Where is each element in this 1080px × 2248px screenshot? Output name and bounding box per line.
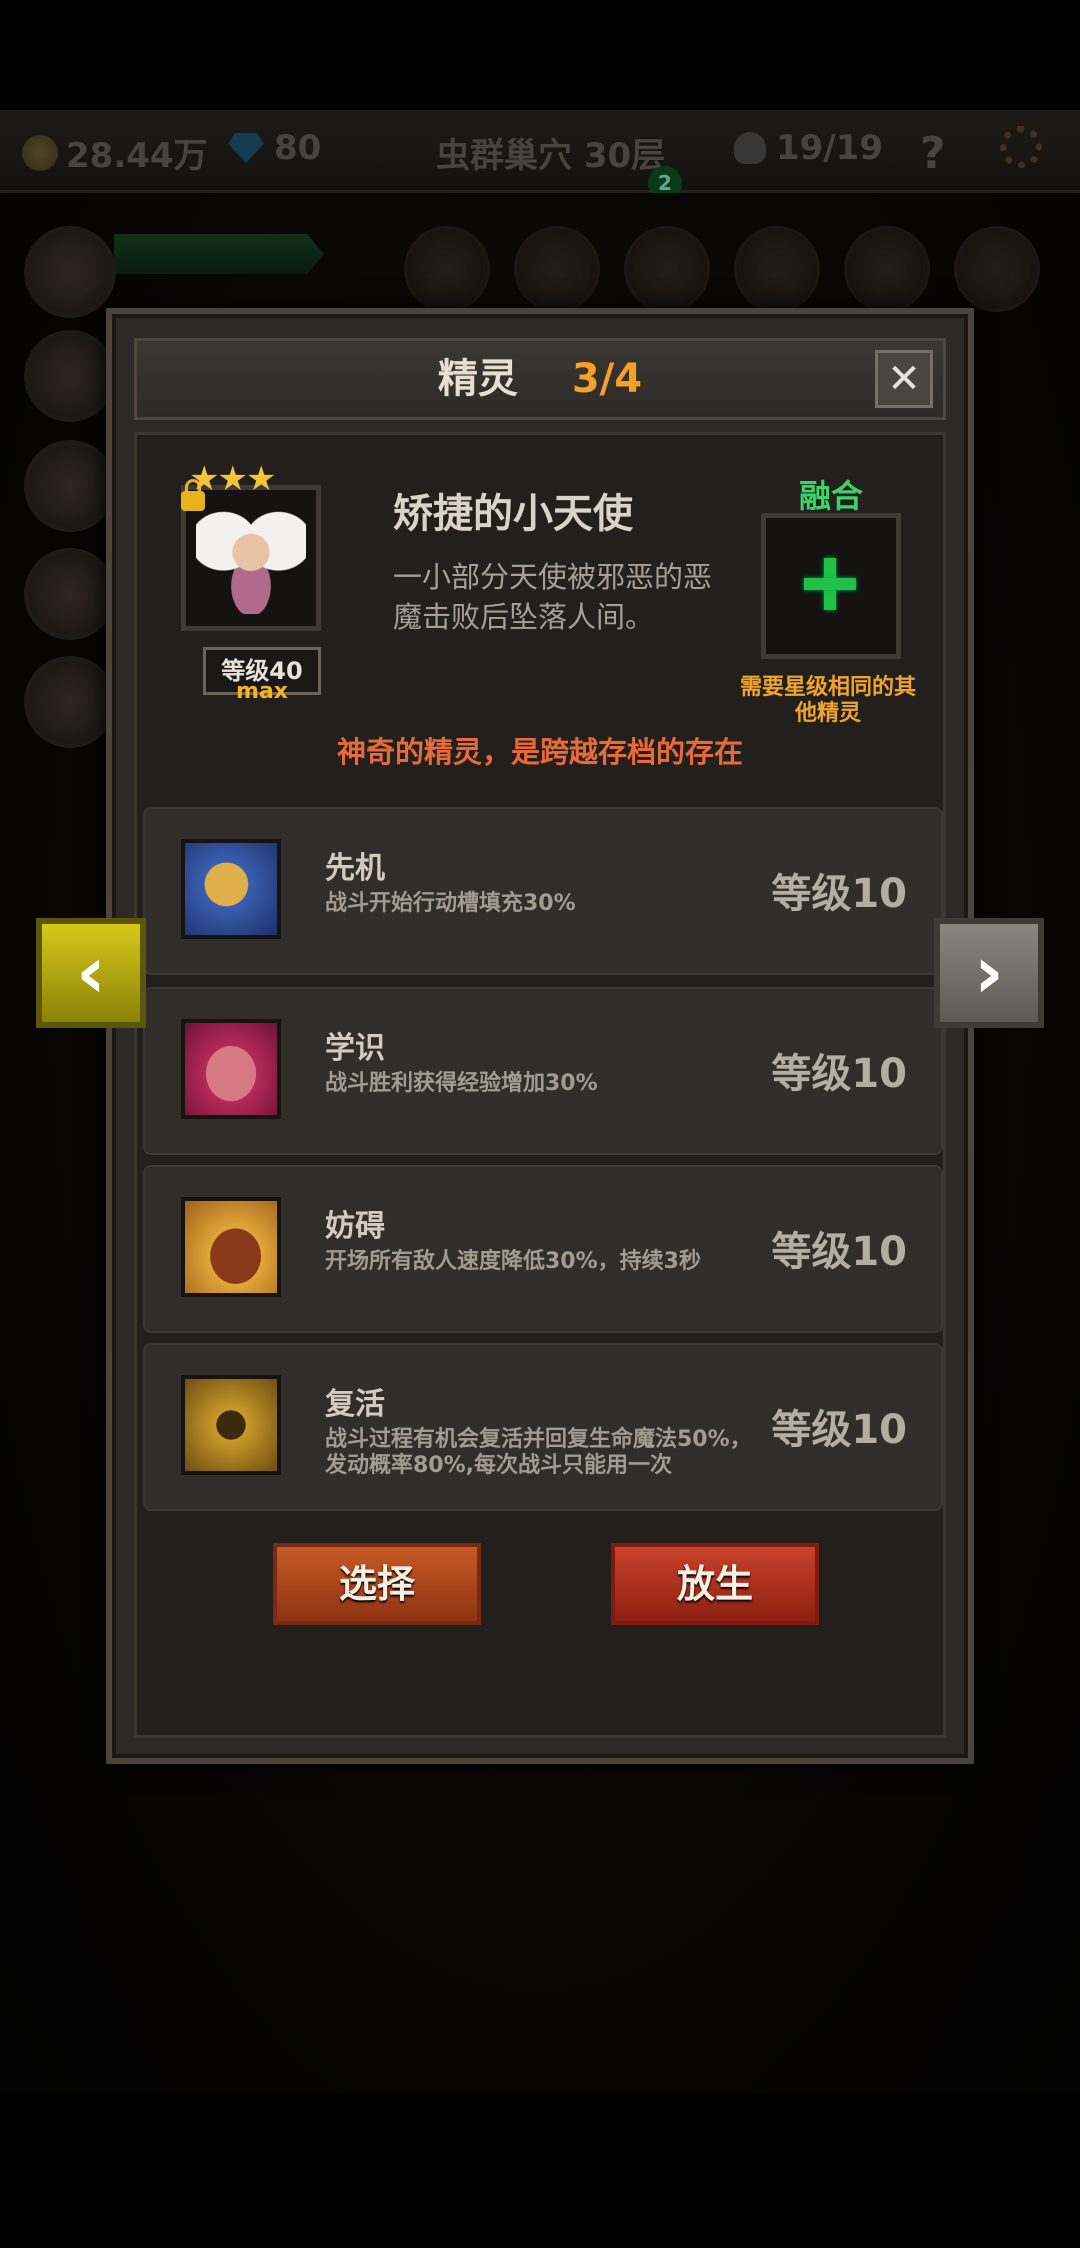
dialog-title: 精灵 3/4: [137, 341, 943, 417]
max-label: max: [236, 679, 288, 704]
spirit-count: 3/4: [571, 356, 643, 402]
prev-spirit-button[interactable]: ‹: [36, 918, 146, 1028]
skill-level: 等级10: [771, 1051, 907, 1097]
skill-level: 等级10: [771, 1407, 907, 1453]
close-icon: ✕: [887, 356, 921, 402]
leopard-icon: [181, 839, 281, 939]
skill-name: 学识: [325, 1031, 385, 1066]
angel-portrait: [196, 502, 306, 614]
skill-name: 先机: [325, 851, 385, 886]
close-button[interactable]: ✕: [875, 350, 933, 408]
spirit-slogan: 神奇的精灵，是跨越存档的存在: [336, 735, 743, 769]
skill-description: 战斗胜利获得经验增加30%: [325, 1071, 598, 1096]
skill-name: 复活: [325, 1387, 385, 1422]
skill-row: 妨碍 开场所有敌人速度降低30%，持续3秒 等级10: [143, 1165, 943, 1333]
star-rating: ★★★: [189, 459, 276, 499]
skill-description: 开场所有敌人速度降低30%，持续3秒: [325, 1249, 701, 1274]
chevron-right-icon: ›: [974, 930, 1004, 1014]
dialog-titlebar: 精灵 3/4 ✕: [134, 338, 946, 420]
release-button[interactable]: 放生: [611, 1543, 819, 1625]
spirit-info: ★★★ 等级40 max 矫捷的小天使 一小部分天使被邪恶的恶魔击败后坠落人间。…: [137, 435, 943, 795]
fuse-slot[interactable]: [761, 513, 901, 659]
dialog-body: ★★★ 等级40 max 矫捷的小天使 一小部分天使被邪恶的恶魔击败后坠落人间。…: [134, 432, 946, 1738]
spirit-description: 一小部分天使被邪恶的恶魔击败后坠落人间。: [393, 560, 713, 634]
fuse-requirement-note: 需要星级相同的其他精灵: [739, 675, 916, 726]
skill-level: 等级10: [771, 871, 907, 917]
next-spirit-button[interactable]: ›: [934, 918, 1044, 1028]
spirit-dialog: 精灵 3/4 ✕ ★★★ 等级40 max 矫捷的小天使 一小部分天使被邪恶的恶…: [106, 308, 974, 1764]
fuse-label: 融合: [799, 477, 864, 515]
skill-description: 战斗开始行动槽填充30%: [325, 891, 576, 916]
title-text: 精灵: [437, 356, 518, 402]
skill-row: 复活 战斗过程有机会复活并回复生命魔法50%，发动概率80%,每次战斗只能用一次…: [143, 1343, 943, 1511]
chevron-left-icon: ‹: [76, 930, 106, 1014]
spirit-name: 矫捷的小天使: [393, 491, 633, 537]
chained-boot-icon: [181, 1197, 281, 1297]
skill-name: 妨碍: [325, 1209, 385, 1244]
revive-figure-icon: [181, 1375, 281, 1475]
skill-level: 等级10: [771, 1229, 907, 1275]
plus-icon: [804, 558, 856, 610]
select-button[interactable]: 选择: [273, 1543, 481, 1625]
skill-description: 战斗过程有机会复活并回复生命魔法50%，发动概率80%,每次战斗只能用一次: [325, 1427, 752, 1478]
skill-row: 先机 战斗开始行动槽填充30% 等级10: [143, 807, 943, 975]
wisdom-face-icon: [181, 1019, 281, 1119]
skill-row: 学识 战斗胜利获得经验增加30% 等级10: [143, 987, 943, 1155]
